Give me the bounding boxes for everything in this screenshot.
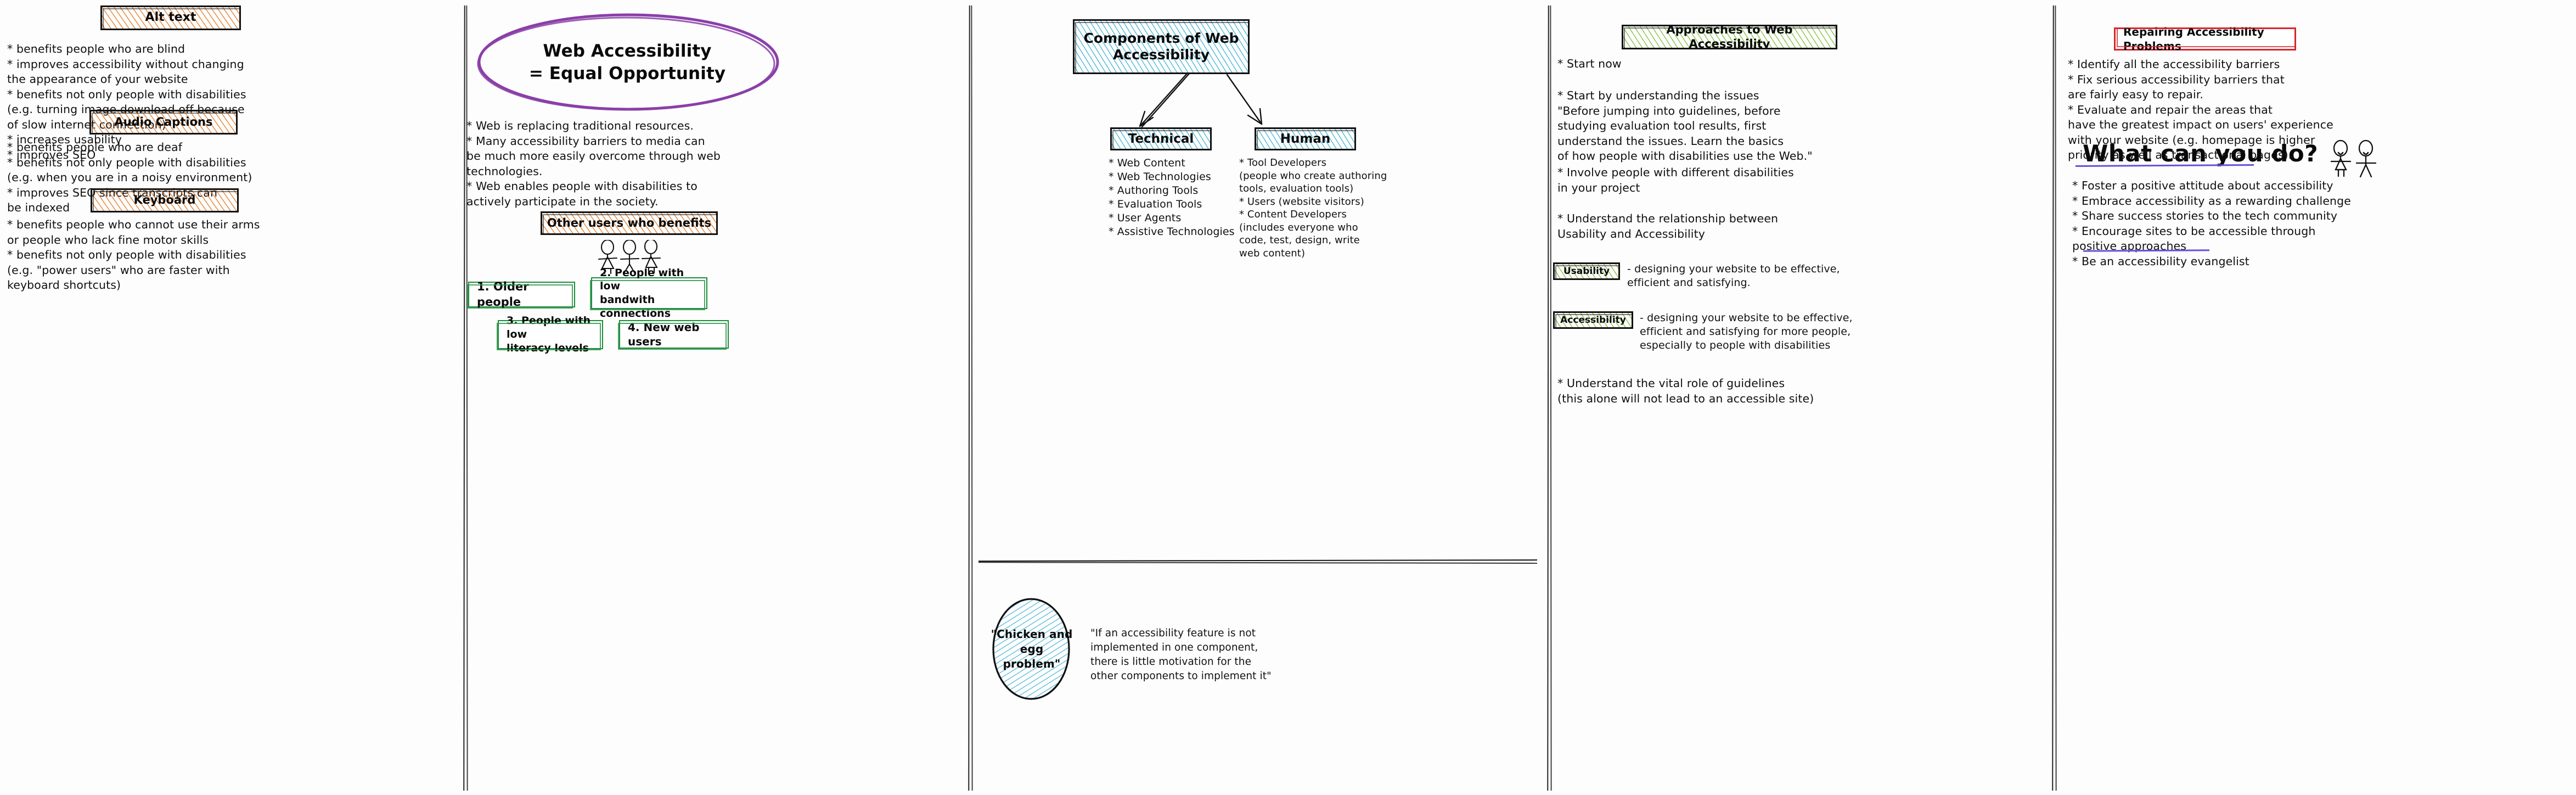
components-column: Components of Web Accessibility Technica… — [969, 0, 1548, 795]
what-can-you-do-bullets: * Foster a positive attitude about acces… — [2072, 179, 2351, 268]
accessibility-definition: - designing your website to be effective… — [1640, 312, 1853, 351]
chicken-egg-quote: "If an accessibility feature is not impl… — [1090, 628, 1272, 682]
equal-opportunity-column: Web Accessibility = Equal Opportunity * … — [464, 0, 969, 795]
what-can-you-do-underline — [2075, 164, 2254, 169]
keyboard-heading-box: Keyboard — [91, 188, 239, 212]
approaches-heading-label: Approaches to Web Accessibility — [1666, 25, 1793, 49]
keyboard-heading-label: Keyboard — [133, 193, 196, 207]
alt-text-heading-box: Alt text — [100, 5, 241, 30]
approaches-column: Approaches to Web Accessibility * Start … — [1548, 0, 2052, 795]
equal-opportunity-title: Web Accessibility = Equal Opportunity — [528, 41, 726, 83]
usability-term-label: Usability — [1563, 265, 1610, 277]
user-box-2-label: 2. People with low bandwith connections — [600, 266, 684, 320]
approaches-bullet-involve-people: * Involve people with different disabili… — [1557, 166, 1794, 194]
audio-captions-heading-label: Audio Captions — [114, 115, 213, 128]
sketchnote-canvas: Alt text * benefits people who are blind… — [0, 0, 2576, 795]
approaches-heading-box: Approaches to Web Accessibility — [1622, 25, 1837, 49]
components-section-rule — [978, 559, 1538, 564]
technical-bullets: * Web Content * Web Technologies * Autho… — [1109, 157, 1235, 238]
usability-definition: - designing your website to be effective… — [1627, 263, 1840, 289]
technical-box: Technical — [1110, 127, 1212, 150]
other-users-heading-label: Other users who benefits — [547, 216, 712, 229]
components-root-box: Components of Web Accessibility — [1073, 19, 1250, 74]
human-label: Human — [1280, 131, 1331, 146]
technical-label: Technical — [1128, 131, 1194, 146]
user-box-4: 4. New web users — [618, 320, 729, 350]
approaches-bullet-usability-relationship: * Understand the relationship between Us… — [1557, 212, 1779, 240]
approaches-bullet-start-now: * Start now — [1557, 57, 1622, 70]
repairing-column: Repairing Accessibility Problems * Ident… — [2052, 0, 2576, 795]
two-stick-figures-icon — [2328, 138, 2378, 178]
approaches-bullet-guidelines: * Understand the vital role of guideline… — [1557, 377, 1814, 405]
human-box: Human — [1255, 127, 1356, 150]
what-can-you-do-title: What can you do? — [2083, 140, 2319, 167]
chicken-egg-label: "Chicken and egg problem" — [991, 627, 1073, 670]
accessibility-term-label: Accessibility — [1560, 314, 1626, 326]
accessibility-term-box: Accessibility — [1553, 311, 1633, 329]
alt-text-heading-label: Alt text — [145, 10, 196, 25]
equal-opportunity-bullets: * Web is replacing traditional resources… — [466, 119, 721, 208]
user-box-3: 3. People with low literacy levels — [497, 315, 603, 354]
evangelist-underline — [2083, 249, 2210, 254]
other-users-heading-box: Other users who benefits — [541, 211, 718, 235]
user-box-1: 1. Older people — [467, 280, 575, 309]
approaches-bullet-understand-issues: * Start by understanding the issues "Bef… — [1557, 89, 1813, 163]
components-root-label: Components of Web Accessibility — [1083, 30, 1239, 63]
user-box-4-label: 4. New web users — [628, 321, 700, 348]
keyboard-bullets: * benefits people who cannot use their a… — [7, 218, 260, 292]
user-box-1-label: 1. Older people — [477, 280, 529, 309]
chicken-egg-blob: "Chicken and egg problem" — [991, 597, 1073, 701]
equal-opportunity-ellipse: Web Accessibility = Equal Opportunity — [473, 9, 781, 115]
alt-text-column: Alt text * benefits people who are blind… — [0, 0, 464, 795]
human-bullets: * Tool Developers (people who create aut… — [1239, 157, 1387, 259]
usability-term-box: Usability — [1553, 262, 1620, 280]
user-box-2: 2. People with low bandwith connections — [590, 267, 707, 320]
audio-captions-heading-box: Audio Captions — [89, 110, 238, 135]
user-box-3-label: 3. People with low literacy levels — [507, 315, 591, 354]
repairing-heading-label: Repairing Accessibility Problems — [2123, 25, 2264, 53]
repairing-heading-box: Repairing Accessibility Problems — [2114, 25, 2296, 53]
